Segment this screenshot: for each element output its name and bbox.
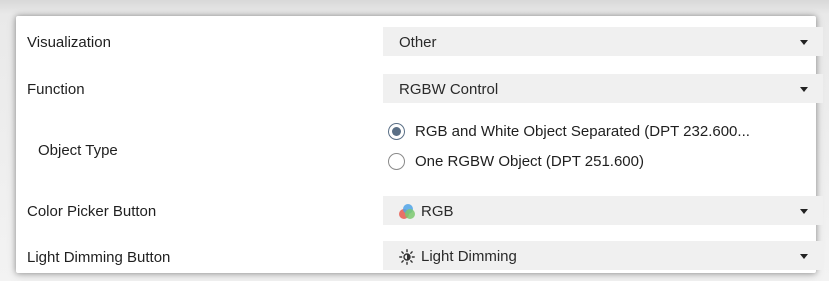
row-visualization: Visualization Other (16, 27, 823, 58)
radio-rgb-white-separated-label: RGB and White Object Separated (DPT 232.… (415, 123, 750, 140)
row-object-type: Object Type RGB and White Object Separat… (16, 120, 816, 190)
rgb-circles-icon (399, 203, 415, 220)
color-picker-value-text: RGB (421, 203, 454, 220)
row-light-dimming: Light Dimming Button Light Dimming (16, 241, 823, 272)
radio-rgb-white-separated[interactable]: RGB and White Object Separated (DPT 232.… (388, 123, 750, 140)
visualization-label: Visualization (27, 34, 111, 51)
object-type-label: Object Type (38, 142, 118, 159)
function-dropdown[interactable]: RGBW Control (383, 74, 823, 103)
chevron-down-icon (800, 209, 808, 214)
chevron-down-icon (800, 40, 808, 45)
sun-icon (399, 248, 415, 265)
row-function: Function RGBW Control (16, 74, 823, 105)
light-dimming-label: Light Dimming Button (27, 249, 171, 266)
chevron-down-icon (800, 87, 808, 92)
radio-unchecked-icon (388, 153, 405, 170)
chevron-down-icon (800, 254, 808, 259)
row-color-picker: Color Picker Button RGB (16, 196, 823, 227)
color-picker-label: Color Picker Button (27, 203, 157, 220)
radio-checked-icon (388, 123, 405, 140)
light-dimming-value-text: Light Dimming (421, 248, 517, 265)
radio-one-rgbw-object[interactable]: One RGBW Object (DPT 251.600) (388, 153, 644, 170)
visualization-dropdown[interactable]: Other (383, 27, 823, 56)
light-dimming-dropdown[interactable]: Light Dimming (383, 241, 823, 270)
color-picker-dropdown[interactable]: RGB (383, 196, 823, 225)
color-picker-value: RGB (399, 203, 454, 220)
function-label: Function (27, 81, 85, 98)
light-dimming-value: Light Dimming (399, 248, 517, 265)
parameter-panel: Visualization Other Function RGBW Contro… (16, 16, 823, 273)
visualization-value: Other (399, 34, 437, 51)
function-value: RGBW Control (399, 81, 499, 98)
radio-one-rgbw-object-label: One RGBW Object (DPT 251.600) (415, 153, 644, 170)
